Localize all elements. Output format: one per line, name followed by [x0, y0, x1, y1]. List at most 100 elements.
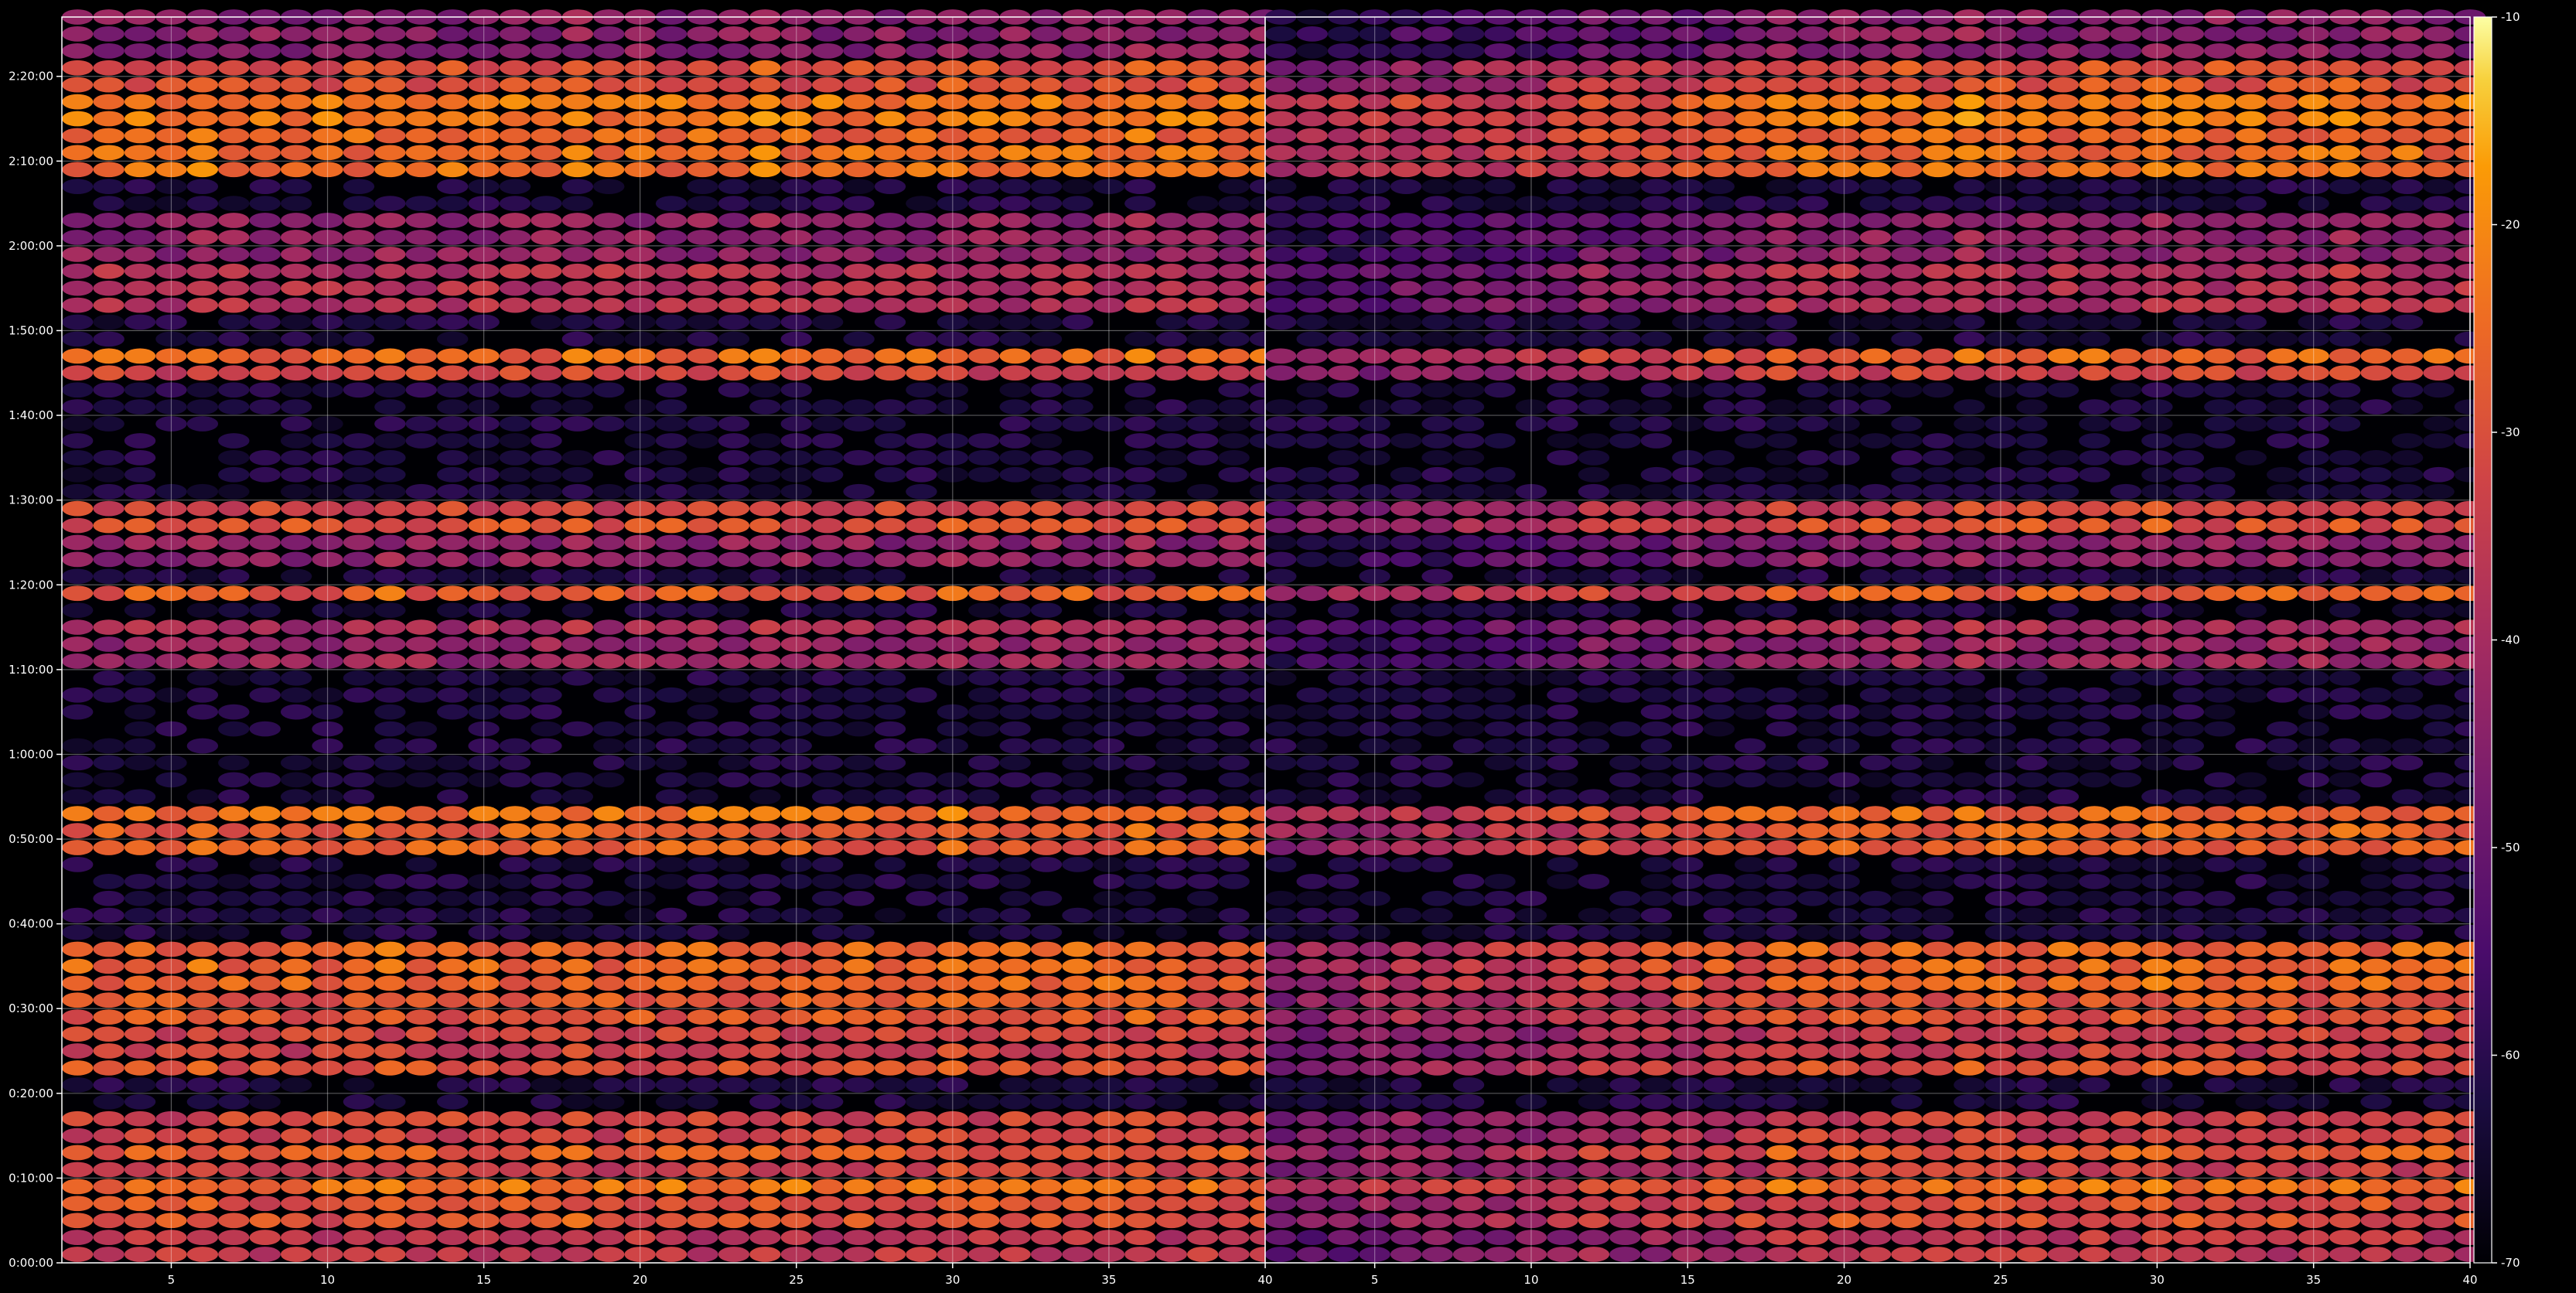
heatmap-cell — [999, 907, 1031, 923]
heatmap-cell — [906, 1162, 937, 1178]
heatmap-cell — [1452, 314, 1485, 330]
heatmap-cell — [811, 1076, 844, 1093]
heatmap-cell — [93, 230, 125, 245]
heatmap-cell — [249, 348, 281, 364]
heatmap-cell — [1609, 314, 1641, 330]
heatmap-cell — [1421, 585, 1453, 602]
heatmap-cell — [2391, 551, 2424, 568]
heatmap-cell — [249, 263, 281, 279]
heatmap-cell — [2016, 1060, 2048, 1076]
heatmap-cell — [2329, 314, 2361, 330]
heatmap-cell — [1703, 1009, 1735, 1025]
heatmap-cell — [811, 670, 844, 686]
heatmap-cell — [1484, 297, 1516, 313]
heatmap-cell — [1265, 653, 1297, 669]
heatmap-cell — [374, 263, 406, 279]
heatmap-cell — [186, 213, 219, 228]
heatmap-cell — [2266, 721, 2298, 737]
heatmap-cell — [968, 517, 1000, 534]
heatmap-cell — [1547, 297, 1578, 313]
heatmap-cell — [2329, 568, 2361, 585]
heatmap-cell — [1124, 721, 1156, 737]
heatmap-cell — [2391, 924, 2424, 940]
heatmap-cell — [1640, 382, 1673, 398]
heatmap-cell — [1953, 517, 1985, 534]
heatmap-cell — [1062, 348, 1094, 364]
heatmap-cell — [280, 772, 312, 788]
heatmap-cell — [1155, 602, 1187, 619]
heatmap-cell — [124, 1162, 156, 1178]
heatmap-cell — [1030, 840, 1063, 855]
heatmap-cell — [874, 43, 906, 59]
heatmap-cell — [2266, 230, 2298, 245]
heatmap-cell — [1484, 179, 1516, 195]
heatmap-cell — [124, 297, 156, 313]
heatmap-cell — [968, 653, 1000, 669]
heatmap-cell — [1186, 823, 1219, 838]
heatmap-cell — [968, 873, 1000, 889]
heatmap-cell — [1735, 1145, 1766, 1161]
heatmap-cell — [2110, 755, 2142, 771]
heatmap-cell — [2110, 1213, 2142, 1229]
heatmap-cell — [593, 1213, 625, 1229]
heatmap-cell — [2423, 840, 2455, 855]
heatmap-cell — [1030, 670, 1063, 686]
heatmap-cell — [1124, 1026, 1156, 1042]
heatmap-cell — [2079, 585, 2110, 602]
heatmap-cell — [655, 263, 688, 279]
heatmap-cell — [2172, 263, 2205, 279]
heatmap-cell — [2266, 941, 2298, 957]
heatmap-cell — [1327, 551, 1360, 568]
heatmap-cell — [749, 1179, 781, 1195]
heatmap-cell — [968, 466, 1000, 483]
heatmap-cell — [218, 145, 250, 161]
heatmap-cell — [593, 128, 625, 144]
heatmap-cell — [1390, 789, 1422, 805]
heatmap-cell — [2047, 1213, 2080, 1229]
heatmap-cell — [843, 517, 875, 534]
heatmap-cell — [906, 94, 937, 110]
heatmap-cell — [2266, 1128, 2298, 1144]
heatmap-cell — [2235, 992, 2267, 1008]
heatmap-cell — [405, 26, 437, 42]
heatmap-cell — [218, 348, 250, 364]
heatmap-cell — [1218, 806, 1250, 822]
heatmap-cell — [1327, 348, 1360, 364]
heatmap-cell — [1703, 483, 1735, 500]
heatmap-cell — [343, 1076, 375, 1093]
heatmap-cell — [1062, 840, 1094, 855]
heatmap-cell — [718, 840, 750, 855]
heatmap-cell — [1155, 450, 1187, 466]
heatmap-cell — [1703, 179, 1735, 195]
heatmap-cell — [186, 416, 219, 432]
heatmap-cell — [1155, 1230, 1187, 1245]
heatmap-cell — [593, 145, 625, 161]
heatmap-cell — [2423, 416, 2455, 432]
heatmap-cell — [1703, 534, 1735, 551]
heatmap-cell — [374, 772, 406, 788]
heatmap-cell — [749, 297, 781, 313]
heatmap-cell — [593, 331, 625, 347]
heatmap-cell — [280, 1162, 312, 1178]
heatmap-cell — [2079, 1145, 2110, 1161]
heatmap-cell — [2016, 230, 2048, 245]
heatmap-cell — [93, 466, 125, 483]
heatmap-cell — [343, 450, 375, 466]
heatmap-cell — [1703, 721, 1735, 737]
heatmap-cell — [62, 636, 94, 652]
heatmap-cell — [2391, 1043, 2424, 1059]
heatmap-cell — [2329, 1076, 2361, 1093]
heatmap-cell — [2329, 789, 2361, 805]
heatmap-cell — [999, 1230, 1031, 1245]
heatmap-cell — [2204, 840, 2236, 855]
heatmap-cell — [1062, 772, 1094, 788]
heatmap-cell — [906, 772, 937, 788]
heatmap-cell — [1124, 958, 1156, 974]
heatmap-cell — [1953, 857, 1985, 872]
heatmap-cell — [2235, 653, 2267, 669]
heatmap-cell — [343, 433, 375, 449]
heatmap-cell — [1030, 1110, 1063, 1127]
heatmap-cell — [280, 568, 312, 585]
heatmap-cell — [1155, 246, 1187, 262]
heatmap-cell — [405, 619, 437, 635]
